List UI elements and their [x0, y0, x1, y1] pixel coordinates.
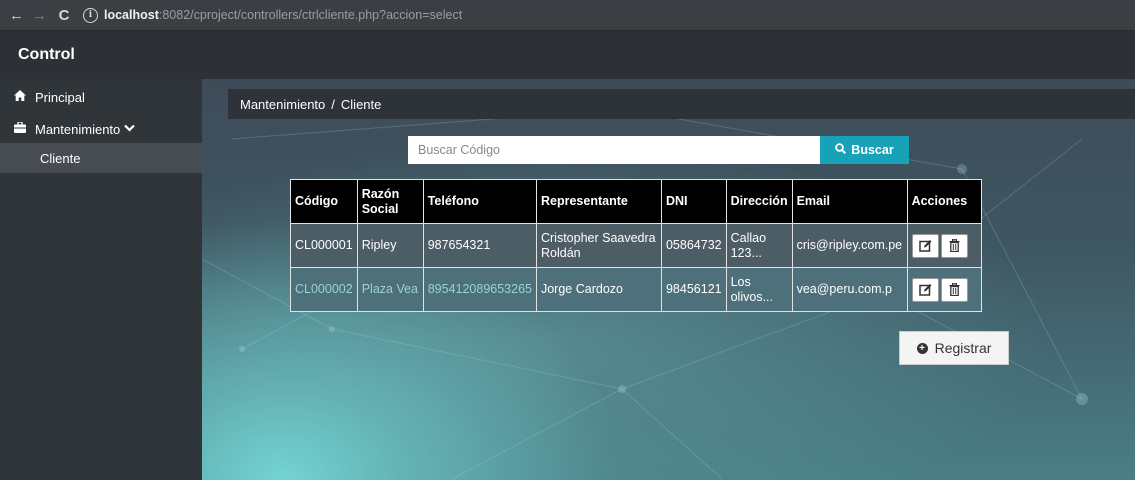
register-button-label: Registrar [934, 340, 992, 356]
plus-circle-icon: + [916, 342, 928, 354]
sidebar-item-label: Cliente [40, 150, 81, 166]
trash-icon [949, 239, 960, 252]
cell-representante: Jorge Cardozo [535, 267, 662, 312]
info-icon[interactable]: i [83, 7, 98, 23]
header-email: Email [791, 179, 908, 224]
sidebar-item-principal[interactable]: Principal [0, 83, 202, 111]
edit-button[interactable] [911, 277, 939, 302]
cell-telefono: 895412089653265 [422, 267, 537, 312]
header-acciones: Acciones [906, 179, 982, 224]
cell-direccion: Callao 123... [725, 223, 793, 268]
search-icon [835, 143, 847, 157]
home-icon [13, 90, 27, 104]
register-button[interactable]: + Registrar [899, 331, 1009, 365]
search-button-label: Buscar [851, 143, 894, 157]
cell-acciones [906, 223, 982, 268]
header-codigo: Código [290, 179, 358, 224]
breadcrumb-cliente: Cliente [340, 96, 382, 112]
breadcrumb-mantenimiento[interactable]: Mantenimiento [240, 97, 325, 112]
url-path: :8082/cproject/controllers/ctrlcliente.p… [158, 8, 463, 22]
briefcase-icon [13, 121, 27, 136]
reload-icon[interactable]: C [57, 7, 71, 24]
main-content: Mantenimiento / Cliente Buscar Código Ra… [202, 79, 1135, 480]
cell-direccion: Los olivos... [725, 267, 793, 312]
header-direccion: Dirección [725, 179, 793, 224]
sidebar-item-mantenimiento[interactable]: Mantenimiento [0, 115, 202, 143]
search-button[interactable]: Buscar [820, 136, 909, 164]
sidebar: Principal Mantenimiento Cliente [0, 79, 202, 480]
address-bar[interactable]: localhost:8082/cproject/controllers/ctrl… [104, 8, 462, 22]
delete-button[interactable] [940, 233, 968, 258]
cell-telefono: 987654321 [422, 223, 537, 268]
table-header-row: Código Razón Social Teléfono Representan… [290, 179, 982, 224]
search-input[interactable] [408, 136, 820, 164]
chevron-down-icon [124, 123, 136, 135]
cell-codigo: CL000001 [290, 223, 358, 268]
edit-icon [918, 240, 932, 252]
cell-representante: Cristopher Saavedra Roldán [535, 223, 662, 268]
sidebar-item-label: Principal [35, 89, 85, 105]
cell-email: vea@peru.com.p [791, 267, 908, 312]
edit-icon [918, 284, 932, 296]
header-representante: Representante [535, 179, 662, 224]
cell-acciones [906, 267, 982, 312]
edit-button[interactable] [911, 233, 939, 258]
delete-button[interactable] [940, 277, 968, 302]
breadcrumb: Mantenimiento / Cliente [228, 89, 1135, 119]
url-host: localhost [104, 8, 159, 22]
header-telefono: Teléfono [422, 179, 537, 224]
app-topbar: Control [0, 31, 1135, 79]
browser-toolbar: ← → C i localhost:8082/cproject/controll… [0, 0, 1135, 31]
breadcrumb-separator: / [331, 96, 335, 112]
sidebar-item-label: Mantenimiento [35, 121, 121, 137]
row-actions [911, 233, 977, 258]
cell-email: cris@ripley.com.pe [791, 223, 908, 268]
trash-icon [949, 283, 960, 296]
forward-arrow-icon[interactable]: → [32, 7, 47, 24]
header-dni: DNI [660, 179, 727, 224]
table-row[interactable]: CL000001 Ripley 987654321 Cristopher Saa… [290, 223, 982, 268]
row-actions [911, 277, 977, 302]
cell-codigo: CL000002 [290, 267, 358, 312]
back-arrow-icon[interactable]: ← [9, 7, 24, 24]
cell-razon-social: Plaza Vea [356, 267, 424, 312]
table-row[interactable]: CL000002 Plaza Vea 895412089653265 Jorge… [290, 267, 982, 312]
sidebar-item-cliente[interactable]: Cliente [0, 143, 202, 173]
cell-dni: 98456121 [660, 267, 727, 312]
header-razon-social: Razón Social [356, 179, 424, 224]
client-table: Código Razón Social Teléfono Representan… [290, 179, 982, 312]
cell-razon-social: Ripley [356, 223, 424, 268]
brand-title[interactable]: Control [18, 46, 75, 64]
cell-dni: 05864732 [660, 223, 727, 268]
